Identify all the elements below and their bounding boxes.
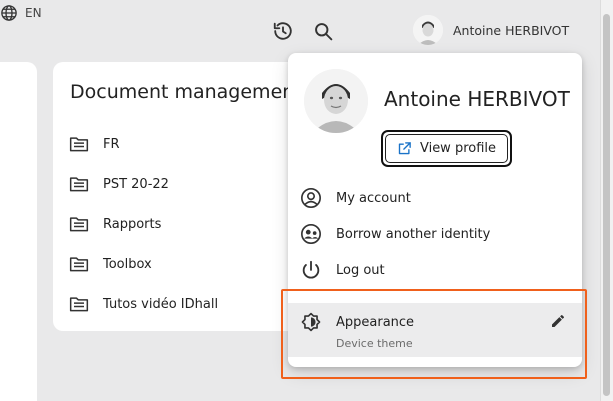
folder-item[interactable]: PST 20-22 bbox=[69, 164, 218, 204]
folder-item[interactable]: Rapports bbox=[69, 204, 218, 244]
menu-item-label: My account bbox=[336, 190, 411, 206]
search-icon[interactable] bbox=[310, 18, 336, 44]
folder-list: FR PST 20-22 Rapports Toolbox Tutos vidé… bbox=[69, 124, 218, 324]
external-link-icon bbox=[398, 142, 411, 155]
switch-identity-icon bbox=[301, 224, 321, 244]
appearance-label: Appearance bbox=[336, 315, 415, 330]
view-profile-label: View profile bbox=[419, 141, 497, 156]
user-menu-trigger[interactable]: Antoine HERBIVOT bbox=[413, 13, 569, 47]
user-menu: Antoine HERBIVOT View profile My account… bbox=[288, 53, 582, 367]
folder-label: Rapports bbox=[103, 216, 162, 232]
folder-label: Toolbox bbox=[103, 256, 152, 272]
power-icon bbox=[302, 260, 320, 279]
menu-item-my-account[interactable]: My account bbox=[288, 180, 582, 216]
folder-icon bbox=[69, 137, 89, 152]
menu-user-name: Antoine HERBIVOT bbox=[384, 87, 570, 111]
folder-label: Tutos vidéo IDhall bbox=[103, 296, 219, 312]
menu-item-borrow-identity[interactable]: Borrow another identity bbox=[288, 216, 582, 252]
folder-item[interactable]: Toolbox bbox=[69, 244, 218, 284]
document-management-card: Document management FR PST 20-22 Rapport… bbox=[53, 62, 302, 331]
appearance-value: Device theme bbox=[336, 337, 413, 350]
globe-icon bbox=[1, 5, 17, 21]
history-icon[interactable] bbox=[270, 18, 296, 44]
avatar bbox=[413, 15, 443, 45]
scrollbar[interactable] bbox=[600, 0, 613, 401]
brightness-icon bbox=[301, 312, 321, 332]
view-profile-button[interactable]: View profile bbox=[381, 130, 512, 167]
folder-label: PST 20-22 bbox=[103, 176, 169, 192]
account-circle-icon bbox=[301, 188, 321, 208]
folder-icon bbox=[69, 257, 89, 272]
menu-item-log-out[interactable]: Log out bbox=[288, 252, 582, 288]
left-panel bbox=[0, 62, 37, 401]
avatar-large bbox=[304, 69, 368, 133]
menu-item-label: Borrow another identity bbox=[336, 226, 491, 242]
folder-icon bbox=[69, 217, 89, 232]
folder-icon bbox=[69, 297, 89, 312]
folder-label: FR bbox=[103, 136, 120, 152]
folder-item[interactable]: FR bbox=[69, 124, 218, 164]
appearance-item[interactable]: Appearance Device theme bbox=[288, 303, 582, 357]
folder-icon bbox=[69, 177, 89, 192]
scrollbar-thumb[interactable] bbox=[603, 14, 610, 396]
card-title: Document management bbox=[70, 81, 302, 103]
view-profile-button-inner: View profile bbox=[385, 134, 508, 163]
folder-item[interactable]: Tutos vidéo IDhall bbox=[69, 284, 218, 324]
menu-item-label: Log out bbox=[336, 262, 385, 278]
language-code: EN bbox=[25, 6, 42, 20]
user-name: Antoine HERBIVOT bbox=[453, 22, 570, 38]
pencil-icon[interactable] bbox=[550, 313, 566, 329]
top-bar: EN Antoine HERBIVOT bbox=[0, 0, 600, 58]
